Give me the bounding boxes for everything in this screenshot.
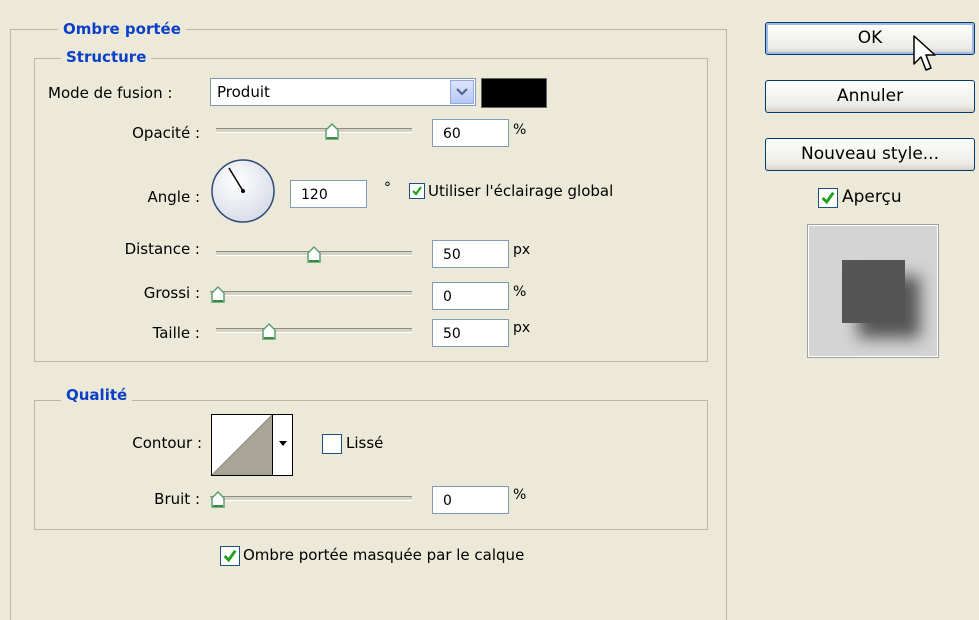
slider-thumb[interactable]	[210, 285, 226, 305]
drop-shadow-title: Ombre portée	[58, 20, 186, 38]
angle-unit: °	[384, 180, 391, 196]
size-input[interactable]: 50	[432, 319, 509, 347]
ok-button[interactable]: OK	[765, 22, 975, 55]
preview-square	[842, 260, 905, 323]
contour-divider	[272, 415, 273, 475]
spread-input[interactable]: 0	[432, 282, 509, 310]
noise-unit: %	[513, 487, 527, 503]
opacity-input[interactable]: 60	[432, 119, 509, 147]
blend-mode-value: Produit	[217, 83, 270, 101]
blend-mode-select[interactable]: Produit	[210, 78, 476, 106]
spread-label: Grossi :	[143, 284, 200, 302]
noise-input[interactable]: 0	[432, 486, 509, 514]
opacity-unit: %	[513, 122, 527, 138]
size-label: Taille :	[152, 324, 200, 342]
quality-group	[34, 400, 708, 530]
new-style-button[interactable]: Nouveau style...	[765, 138, 975, 171]
opacity-label: Opacité :	[132, 124, 200, 142]
knockout-checkbox[interactable]	[220, 546, 240, 566]
preview-label[interactable]: Aperçu	[842, 187, 902, 207]
size-unit: px	[513, 320, 531, 336]
slider-track	[210, 291, 412, 296]
spread-slider[interactable]	[210, 285, 412, 305]
noise-label: Bruit :	[154, 490, 200, 508]
angle-input[interactable]: 120	[290, 180, 367, 208]
slider-track	[216, 128, 412, 133]
antialias-label[interactable]: Lissé	[346, 434, 383, 452]
chevron-down-icon[interactable]	[450, 80, 474, 104]
slider-thumb[interactable]	[306, 245, 322, 265]
angle-label: Angle :	[147, 188, 200, 206]
knockout-label[interactable]: Ombre portée masquée par le calque	[243, 546, 524, 564]
noise-slider[interactable]	[210, 490, 412, 510]
spread-unit: %	[513, 284, 527, 300]
mouse-cursor-icon	[913, 35, 936, 71]
antialias-checkbox[interactable]	[322, 434, 342, 454]
caret-down-icon[interactable]	[278, 440, 288, 448]
distance-slider[interactable]	[216, 245, 412, 265]
opacity-slider[interactable]	[216, 122, 412, 142]
cancel-button[interactable]: Annuler	[765, 80, 975, 113]
structure-title: Structure	[61, 48, 152, 66]
slider-track	[216, 328, 412, 333]
slider-thumb[interactable]	[324, 122, 340, 142]
contour-picker[interactable]	[211, 414, 293, 476]
global-light-checkbox[interactable]	[409, 183, 425, 199]
slider-track	[210, 496, 412, 501]
contour-label: Contour :	[132, 434, 202, 452]
blend-mode-label: Mode de fusion :	[48, 84, 173, 102]
distance-label: Distance :	[124, 240, 200, 258]
angle-dial[interactable]	[210, 158, 276, 224]
distance-input[interactable]: 50	[432, 240, 509, 268]
preview-thumbnail	[808, 225, 938, 357]
preview-checkbox[interactable]	[818, 188, 838, 208]
size-slider[interactable]	[216, 322, 412, 342]
shadow-color-swatch[interactable]	[481, 78, 547, 108]
global-light-label[interactable]: Utiliser l'éclairage global	[428, 182, 613, 200]
slider-thumb[interactable]	[210, 490, 226, 510]
contour-curve-icon	[212, 415, 272, 475]
distance-unit: px	[513, 242, 531, 258]
slider-thumb[interactable]	[261, 322, 277, 342]
quality-title: Qualité	[61, 386, 133, 404]
